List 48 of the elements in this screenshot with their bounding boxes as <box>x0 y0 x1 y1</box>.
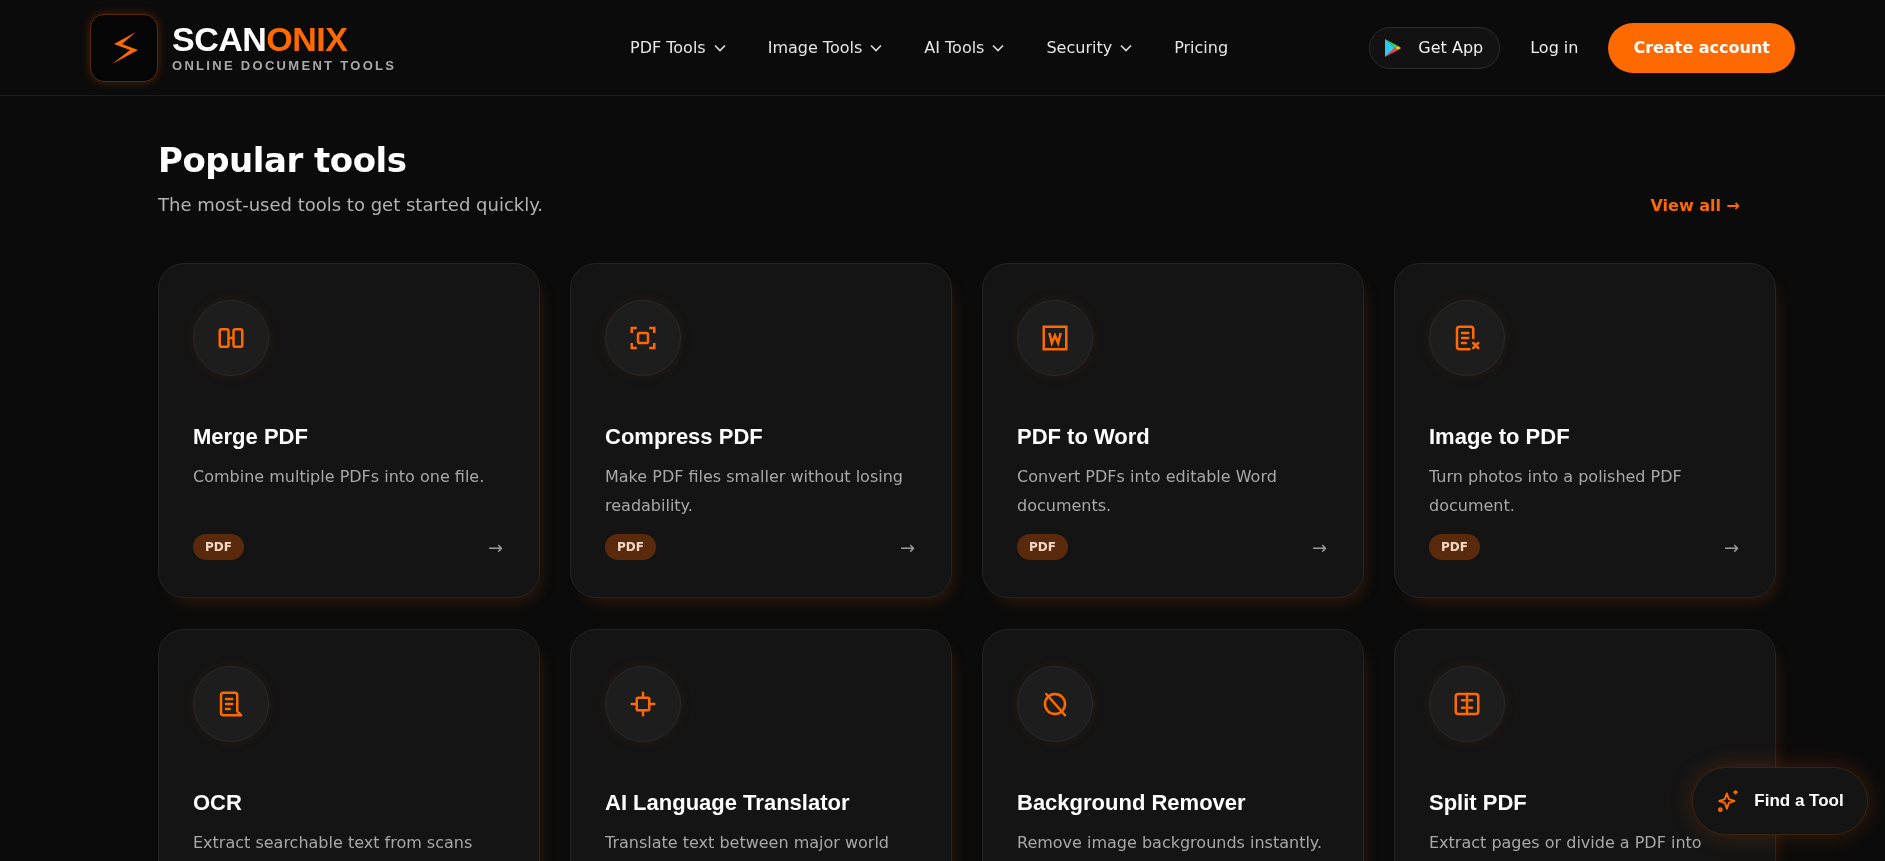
tool-title: OCR <box>193 790 242 816</box>
nav-menu-item[interactable]: AI Tools <box>924 38 1005 57</box>
tool-title: Merge PDF <box>193 424 308 450</box>
tool-description: Remove image backgrounds instantly. <box>1017 832 1324 854</box>
tool-title: AI Language Translator <box>605 790 850 816</box>
format-tag: PDF <box>1429 534 1480 560</box>
tool-card[interactable]: Compress PDF Make PDF files smaller without losing readability. PDF → <box>570 263 952 598</box>
nav-menu-item[interactable]: Security <box>1046 38 1133 57</box>
tool-title: PDF to Word <box>1017 424 1150 450</box>
nav-menu-item[interactable]: Image Tools <box>767 38 883 57</box>
section-title: Popular tools <box>158 140 408 180</box>
tool-card[interactable]: AI Language Translator Translate text between major world <box>570 629 952 861</box>
nav-menu-item[interactable]: PDF Tools <box>630 38 726 57</box>
get-app-button[interactable]: Get App <box>1369 26 1501 69</box>
find-tool-button[interactable]: Find a Tool <box>1692 767 1868 835</box>
tool-title: Compress PDF <box>605 424 763 450</box>
nav-menu-item[interactable]: Pricing <box>1174 38 1229 57</box>
arrow-icon: → <box>487 536 503 558</box>
tool-card[interactable]: OCR Extract searchable text from scans <box>158 629 540 861</box>
view-all-link[interactable]: View all → <box>1650 196 1740 215</box>
tool-description: Turn photos into a polished PDF document. <box>1429 466 1683 517</box>
arrow-icon: → <box>899 536 915 558</box>
word-document-icon <box>1040 323 1070 353</box>
play-store-icon <box>1384 37 1403 58</box>
arrow-icon: → <box>1311 536 1327 558</box>
tool-title: Image to PDF <box>1429 424 1570 450</box>
tool-description: Combine multiple PDFs into one file. <box>193 466 486 488</box>
brand-tagline: ONLINE DOCUMENT TOOLS <box>172 58 397 73</box>
tool-card[interactable]: Image to PDF Turn photos into a polished PDF document. PDF → <box>1394 263 1776 598</box>
login-link[interactable]: Log in <box>1524 37 1585 58</box>
tool-description: Extract searchable text from scans <box>193 832 474 854</box>
tool-description: Convert PDFs into editable Word documents. <box>1017 466 1278 517</box>
tool-card[interactable]: Merge PDF Combine multiple PDFs into one file. PDF → <box>158 263 540 598</box>
format-tag: PDF <box>1017 534 1068 560</box>
section-subtitle: The most-used tools to get started quickly. <box>158 194 544 215</box>
format-tag: PDF <box>605 534 656 560</box>
tool-description: Make PDF files smaller without losing readability. <box>605 466 904 517</box>
tool-card[interactable]: PDF to Word Convert PDFs into editable Word documents. PDF → <box>982 263 1364 598</box>
tool-card[interactable]: Background Remover Remove image backgrounds instantly. <box>982 629 1364 861</box>
format-tag: PDF <box>193 534 244 560</box>
brand-name: SCANONIX <box>172 22 349 56</box>
crosshair-square-icon <box>628 689 658 719</box>
tool-description: Translate text between major world <box>605 832 890 854</box>
tool-description: Extract pages or divide a PDF into <box>1429 832 1703 854</box>
tool-title: Background Remover <box>1017 790 1246 816</box>
arrow-icon: → <box>1723 536 1739 558</box>
logo-icon[interactable] <box>90 13 158 82</box>
tool-title: Split PDF <box>1429 790 1527 816</box>
